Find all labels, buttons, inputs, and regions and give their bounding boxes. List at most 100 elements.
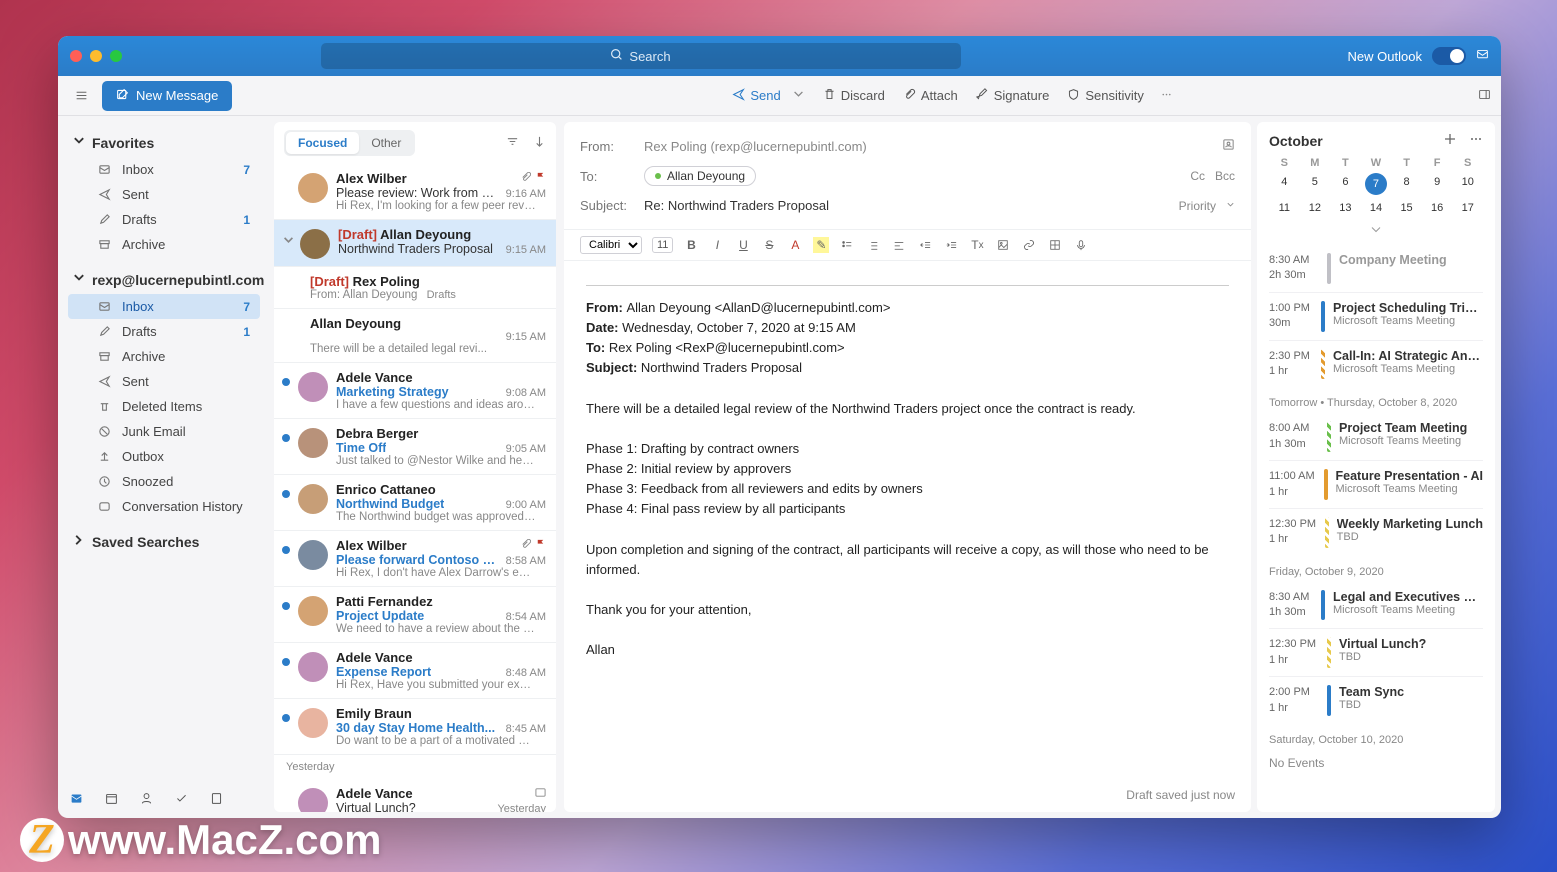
calendar-day[interactable]: 16 <box>1422 199 1453 217</box>
maximize-button[interactable] <box>110 50 122 62</box>
sidebar-item-outbox[interactable]: Outbox <box>68 444 260 469</box>
bold-icon[interactable]: B <box>683 237 699 253</box>
message-item[interactable]: Patti FernandezProject Update8:54 AMWe n… <box>274 587 556 643</box>
calendar-day[interactable]: 4 <box>1269 173 1300 195</box>
minimize-button[interactable] <box>90 50 102 62</box>
notes-icon[interactable] <box>210 792 223 808</box>
favorites-header[interactable]: Favorites <box>68 128 260 157</box>
underline-icon[interactable]: U <box>735 237 751 253</box>
sort-icon[interactable] <box>533 135 546 151</box>
message-item[interactable]: Emily Braun30 day Stay Home Health...8:4… <box>274 699 556 755</box>
discard-button[interactable]: Discard <box>821 84 887 108</box>
bcc-button[interactable]: Bcc <box>1215 169 1235 183</box>
calendar-day[interactable]: 17 <box>1452 199 1483 217</box>
message-item[interactable]: Alex WilberPlease review: Work from H...… <box>274 164 556 220</box>
sidebar-item-drafts[interactable]: Drafts1 <box>68 319 260 344</box>
message-item[interactable]: [Draft] Allan DeyoungNorthwind Traders P… <box>274 220 556 267</box>
font-size-input[interactable]: 11 <box>652 237 673 253</box>
calendar-expand-icon[interactable] <box>1269 223 1483 239</box>
calendar-event[interactable]: 12:30 PM1 hrVirtual Lunch?TBD <box>1269 628 1483 676</box>
more-icon[interactable] <box>1469 132 1483 149</box>
calendar-day[interactable]: 14 <box>1361 199 1392 217</box>
add-event-icon[interactable] <box>1443 132 1457 149</box>
people-icon[interactable] <box>140 792 153 808</box>
saved-searches-header[interactable]: Saved Searches <box>68 527 260 556</box>
recipient-chip[interactable]: Allan Deyoung <box>644 166 756 186</box>
cc-button[interactable]: Cc <box>1190 169 1205 183</box>
align-icon[interactable] <box>891 237 907 253</box>
new-message-button[interactable]: New Message <box>102 81 232 111</box>
sidebar-item-deleted-items[interactable]: Deleted Items <box>68 394 260 419</box>
calendar-icon[interactable] <box>105 792 118 808</box>
hamburger-icon[interactable] <box>68 83 94 109</box>
sidebar-item-junk-email[interactable]: Junk Email <box>68 419 260 444</box>
sidebar-item-sent[interactable]: Sent <box>68 182 260 207</box>
notify-icon[interactable] <box>1476 48 1489 64</box>
calendar-event[interactable]: 1:00 PM30mProject Scheduling TriageMicro… <box>1269 292 1483 340</box>
calendar-day[interactable]: 10 <box>1452 173 1483 195</box>
panel-toggle-icon[interactable] <box>1478 88 1491 104</box>
link-icon[interactable] <box>1021 237 1037 253</box>
account-header[interactable]: rexp@lucernepubintl.com <box>68 265 260 294</box>
calendar-day[interactable]: 11 <box>1269 199 1300 217</box>
clear-format-icon[interactable]: Tx <box>969 237 985 253</box>
bullets-icon[interactable] <box>839 237 855 253</box>
font-color-icon[interactable]: A <box>787 237 803 253</box>
calendar-event[interactable]: 12:30 PM1 hrWeekly Marketing LunchTBD <box>1269 508 1483 556</box>
sidebar-item-sent[interactable]: Sent <box>68 369 260 394</box>
table-icon[interactable] <box>1047 237 1063 253</box>
message-item[interactable]: Alex WilberPlease forward Contoso pa...8… <box>274 531 556 587</box>
calendar-day[interactable]: 8 <box>1391 173 1422 195</box>
message-item[interactable]: [Draft] Rex PolingFrom: Allan Deyoung Dr… <box>274 267 556 309</box>
calendar-event[interactable]: 8:00 AM1h 30mProject Team MeetingMicroso… <box>1269 413 1483 460</box>
message-item[interactable]: Adele VanceVirtual Lunch?Yesterday(no me… <box>274 779 556 812</box>
signature-button[interactable]: Signature <box>974 84 1052 108</box>
subject-input[interactable]: Re: Northwind Traders Proposal <box>644 198 1179 213</box>
sidebar-item-archive[interactable]: Archive <box>68 344 260 369</box>
sidebar-item-snoozed[interactable]: Snoozed <box>68 469 260 494</box>
calendar-day[interactable]: 15 <box>1391 199 1422 217</box>
font-select[interactable]: Calibri <box>580 236 642 254</box>
close-button[interactable] <box>70 50 82 62</box>
from-value[interactable]: Rex Poling (rexp@lucernepubintl.com) <box>644 139 1222 154</box>
italic-icon[interactable]: I <box>709 237 725 253</box>
email-body[interactable]: From: Allan Deyoung <AllanD@lucernepubin… <box>564 261 1251 778</box>
address-book-icon[interactable] <box>1222 138 1235 154</box>
calendar-day[interactable]: 6 <box>1330 173 1361 195</box>
mail-icon[interactable] <box>70 792 83 808</box>
calendar-day[interactable]: 5 <box>1300 173 1331 195</box>
calendar-day[interactable]: 12 <box>1300 199 1331 217</box>
more-icon[interactable] <box>1160 88 1173 104</box>
message-item[interactable]: Enrico CattaneoNorthwind Budget9:00 AMTh… <box>274 475 556 531</box>
message-item[interactable]: Adele VanceExpense Report8:48 AMHi Rex, … <box>274 643 556 699</box>
filter-icon[interactable] <box>506 135 519 151</box>
message-item[interactable]: Adele VanceMarketing Strategy9:08 AMI ha… <box>274 363 556 419</box>
calendar-day[interactable]: 13 <box>1330 199 1361 217</box>
numbered-icon[interactable] <box>865 237 881 253</box>
sensitivity-button[interactable]: Sensitivity <box>1065 84 1146 108</box>
todo-icon[interactable] <box>175 792 188 808</box>
outdent-icon[interactable] <box>917 237 933 253</box>
priority-button[interactable]: Priority <box>1179 199 1235 213</box>
chevron-down-icon[interactable] <box>282 234 292 259</box>
search-input[interactable]: Search <box>321 43 961 69</box>
attach-button[interactable]: Attach <box>901 84 960 108</box>
insert-image-icon[interactable] <box>995 237 1011 253</box>
new-outlook-toggle[interactable] <box>1432 47 1466 65</box>
indent-icon[interactable] <box>943 237 959 253</box>
calendar-day[interactable]: 7 <box>1365 173 1387 195</box>
send-button[interactable]: Send <box>730 84 806 108</box>
message-item[interactable]: Allan Deyoung9:15 AMThere will be a deta… <box>274 309 556 363</box>
strike-icon[interactable]: S <box>761 237 777 253</box>
sidebar-item-drafts[interactable]: Drafts1 <box>68 207 260 232</box>
calendar-event[interactable]: 2:00 PM1 hrTeam SyncTBD <box>1269 676 1483 724</box>
sidebar-item-inbox[interactable]: Inbox7 <box>68 157 260 182</box>
dictate-icon[interactable] <box>1073 237 1089 253</box>
sidebar-item-archive[interactable]: Archive <box>68 232 260 257</box>
calendar-event[interactable]: 11:00 AM1 hrFeature Presentation - AIMic… <box>1269 460 1483 508</box>
calendar-day[interactable]: 9 <box>1422 173 1453 195</box>
sidebar-item-inbox[interactable]: Inbox7 <box>68 294 260 319</box>
calendar-event[interactable]: 8:30 AM1h 30mLegal and Executives Bi-...… <box>1269 582 1483 629</box>
tab-other[interactable]: Other <box>359 132 413 154</box>
highlight-icon[interactable]: ✎ <box>813 237 829 253</box>
